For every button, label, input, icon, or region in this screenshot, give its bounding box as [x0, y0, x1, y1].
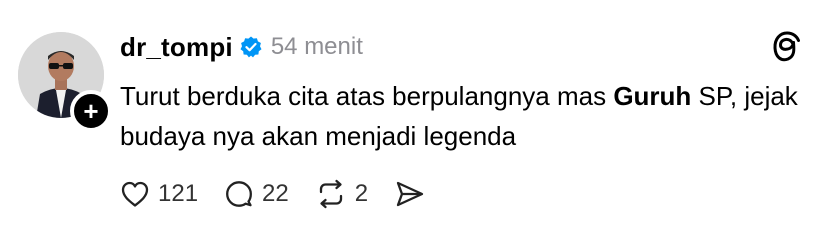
avatar-container: + — [18, 32, 112, 132]
repost-count: 2 — [354, 180, 369, 207]
username[interactable]: dr_tompi — [120, 32, 233, 63]
heart-icon — [120, 180, 150, 208]
follow-button[interactable]: + — [70, 90, 112, 132]
verified-badge-icon — [239, 35, 263, 59]
reply-count: 22 — [262, 180, 289, 207]
threads-logo-icon[interactable] — [772, 30, 802, 64]
post-text: Turut berduka cita atas berpulangnya mas… — [120, 76, 810, 156]
like-count: 121 — [158, 180, 199, 207]
post-text-bold: Guruh — [613, 81, 692, 111]
post-actions: 121 22 2 — [120, 174, 452, 214]
post-header: dr_tompi 54 menit — [120, 28, 363, 66]
post-timestamp: 54 menit — [270, 33, 363, 60]
reply-button[interactable]: 22 — [224, 179, 289, 209]
plus-icon: + — [83, 96, 99, 126]
repost-button[interactable]: 2 — [315, 179, 368, 209]
send-icon — [394, 179, 426, 209]
like-button[interactable]: 121 — [120, 180, 198, 208]
share-button[interactable] — [394, 179, 426, 209]
repost-icon — [315, 179, 347, 209]
post-text-part: Turut berduka cita atas berpulangnya mas — [120, 81, 614, 111]
comment-bubble-icon — [224, 179, 254, 209]
